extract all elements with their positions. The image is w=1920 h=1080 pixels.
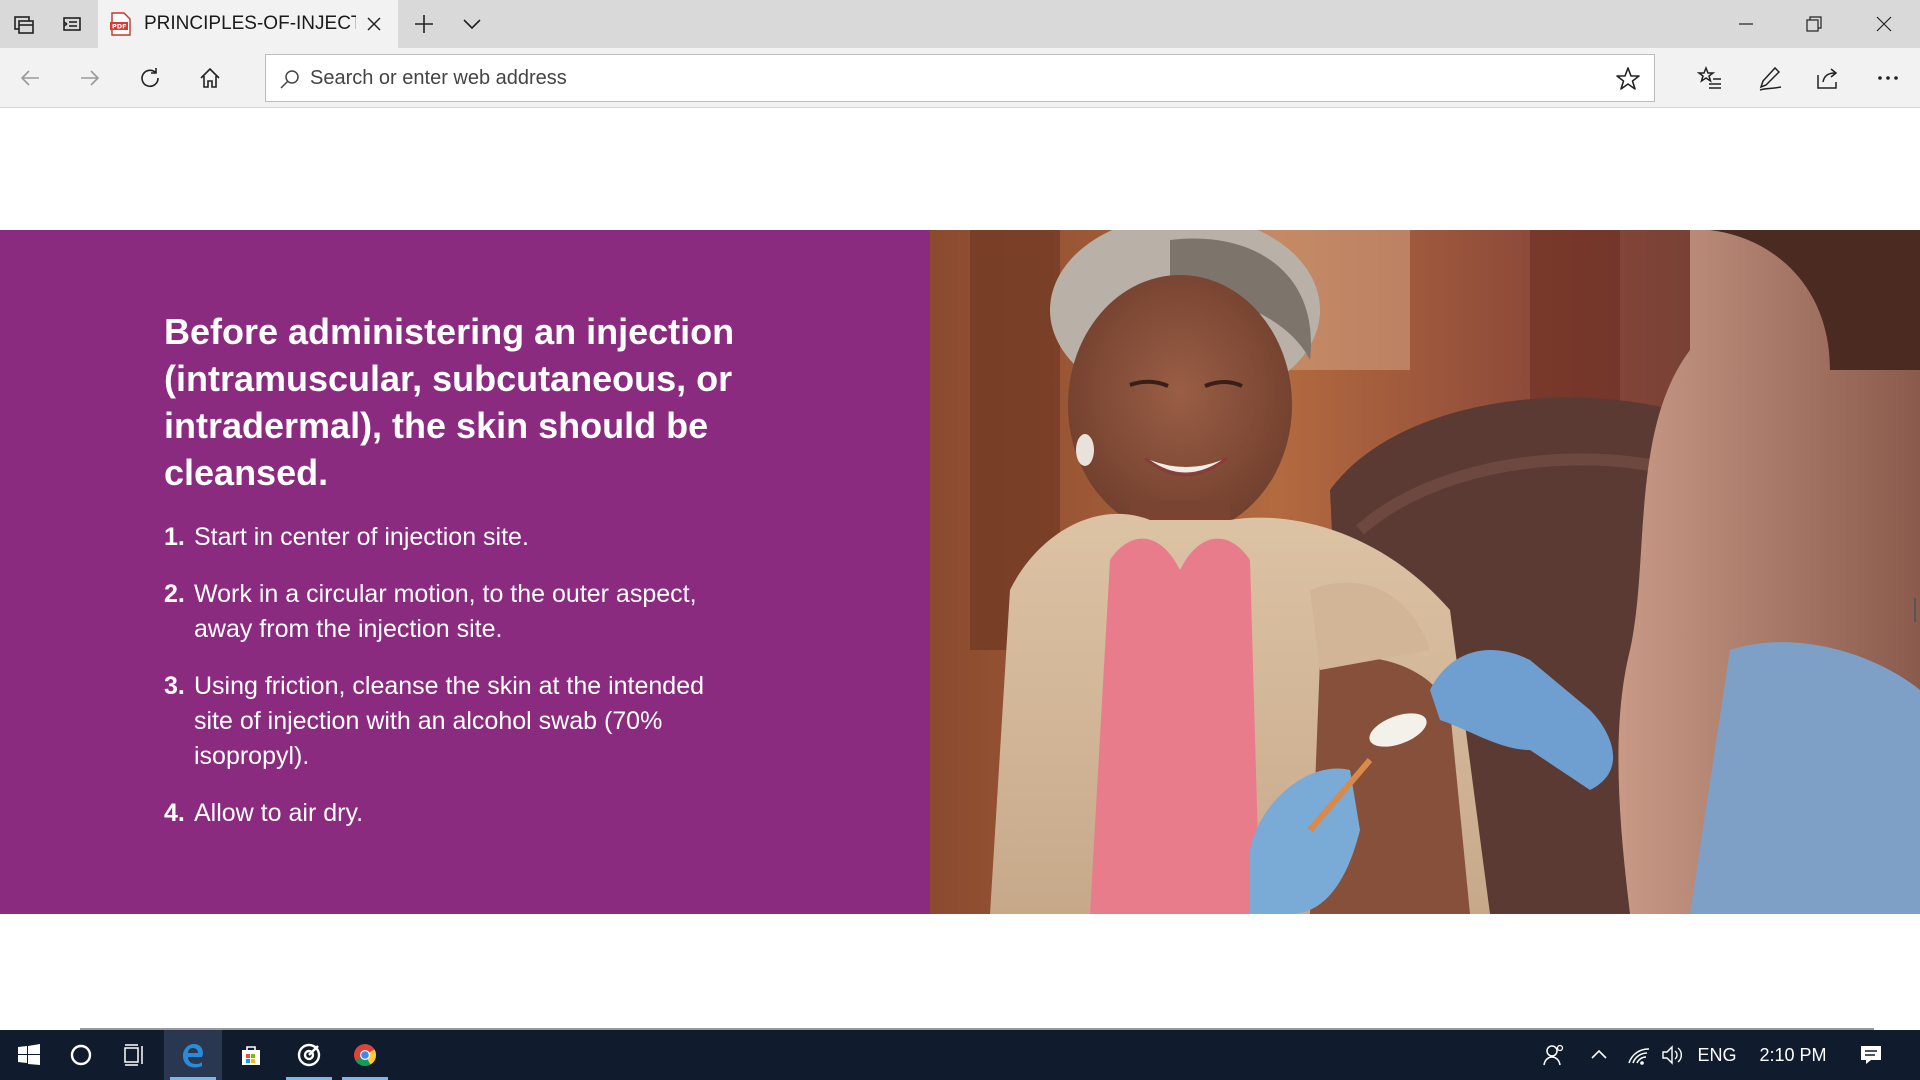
refresh-icon[interactable] [126,54,174,102]
step-number: 4. [164,799,185,827]
more-icon[interactable] [1864,54,1912,102]
tab-preview-chevron-icon[interactable] [448,0,496,48]
people-icon[interactable] [1534,1030,1574,1080]
chrome-icon[interactable] [336,1030,394,1080]
step-text: Start in center of injection site. [194,523,529,551]
list-item: 2. Work in a circular motion, to the oute… [164,577,724,647]
taskbar: ENG 2:10 PM [0,1030,1920,1080]
edge-e-icon[interactable] [164,1030,222,1080]
task-view-icon[interactable] [106,1030,164,1080]
list-item: 1. Start in center of injection site. [164,520,724,555]
notification-icon[interactable] [1848,1030,1894,1080]
minimize-icon[interactable] [1712,0,1780,48]
restore-tabs-icon[interactable] [48,0,96,48]
wifi-icon[interactable] [1622,1030,1656,1080]
pen-icon[interactable] [1746,54,1794,102]
speaker-icon[interactable] [1656,1030,1690,1080]
home-icon[interactable] [186,54,234,102]
svg-text:PDF: PDF [112,23,127,31]
page-heading: Before administering an injection (intra… [164,311,735,493]
tab-title: PRINCIPLES-OF-INJECTI [144,13,356,34]
maximize-icon[interactable] [1780,0,1848,48]
navigation-bar [0,48,1920,108]
favorite-star-icon[interactable] [1614,65,1642,93]
forward-arrow-icon[interactable] [66,54,114,102]
close-tab-icon[interactable] [362,12,386,36]
step-number: 3. [164,672,185,700]
address-input[interactable] [310,63,1570,93]
cortana-circle-icon[interactable] [52,1030,110,1080]
pdf-icon: PDF [110,12,132,36]
back-arrow-icon[interactable] [6,54,54,102]
windows-logo-icon[interactable] [0,1030,58,1080]
tab-bar: PDF PRINCIPLES-OF-INJECTI [0,0,1920,48]
favorites-list-icon[interactable] [1686,54,1734,102]
target-app-icon[interactable] [280,1030,338,1080]
search-icon [278,67,302,91]
clock[interactable]: 2:10 PM [1750,1030,1836,1080]
step-number: 2. [164,580,185,608]
step-text: Allow to air dry. [194,799,364,827]
active-tab[interactable]: PDF PRINCIPLES-OF-INJECTI [98,0,398,48]
injection-photo [930,230,1920,914]
share-icon[interactable] [1804,54,1852,102]
step-text: Using friction, cleanse the skin at the … [194,672,705,770]
scrollbar-thumb[interactable] [1914,598,1916,622]
close-window-icon[interactable] [1850,0,1918,48]
steps-list: 1. Start in center of injection site. 2. W… [164,520,724,853]
list-item: 4. Allow to air dry. [164,796,724,831]
step-text: Work in a circular motion, to the outer … [194,580,697,643]
new-tab-icon[interactable] [400,0,448,48]
address-bar[interactable] [265,54,1655,102]
chevron-up-icon[interactable] [1584,1030,1614,1080]
store-bag-icon[interactable] [222,1030,280,1080]
pdf-viewer[interactable]: Before administering an injection (intra… [0,108,1920,1030]
list-item: 3. Using friction, cleanse the skin at th… [164,669,724,774]
text-panel: Before administering an injection (intra… [0,230,930,914]
language-indicator[interactable]: ENG [1694,1030,1740,1080]
tabs-aside-icon[interactable] [0,0,48,48]
step-number: 1. [164,523,185,551]
